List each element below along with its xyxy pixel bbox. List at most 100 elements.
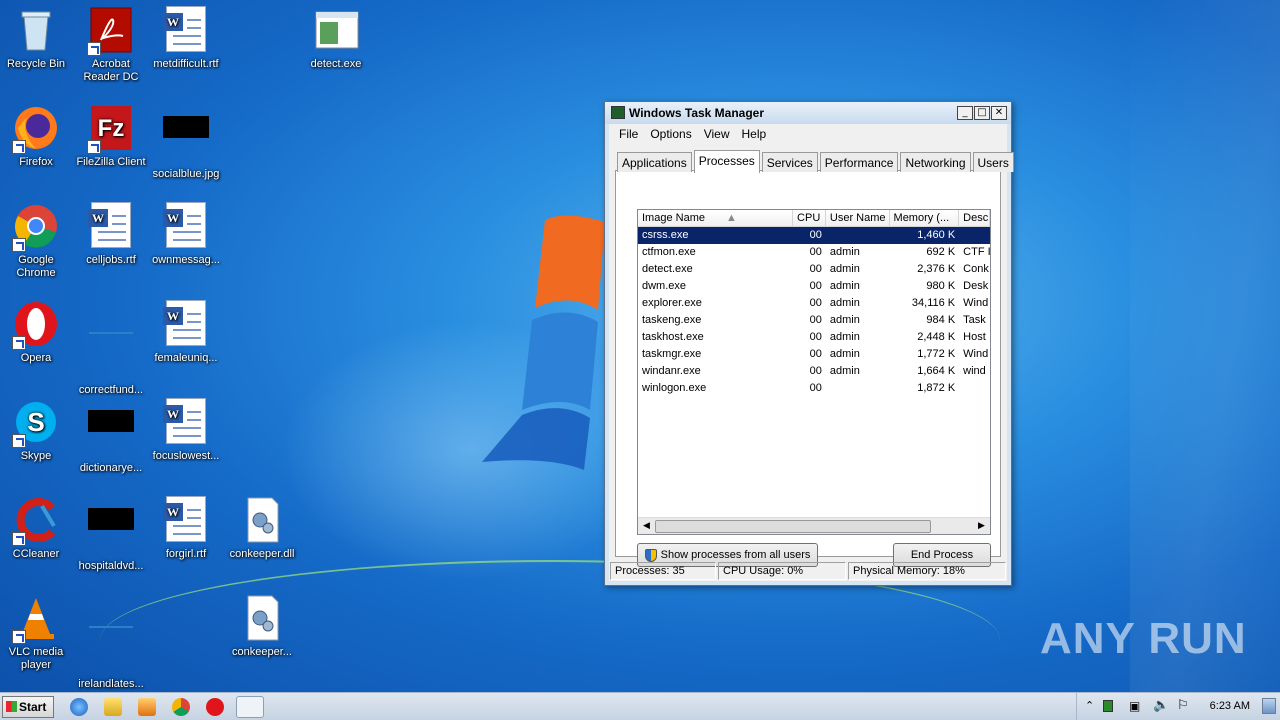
desktop-icon-chrome[interactable]: Google Chrome xyxy=(0,202,74,280)
desktop-icon-focuslowest[interactable]: W focuslowest... xyxy=(148,398,224,463)
window-title: Windows Task Manager xyxy=(629,106,765,120)
desktop-icon-skype[interactable]: S Skype xyxy=(0,398,74,463)
desktop-icon-detect-exe[interactable]: detect.exe xyxy=(298,6,374,71)
process-list[interactable]: Image Name ▲ CPU User Name Memory (... D… xyxy=(637,209,991,535)
process-user: admin xyxy=(829,263,860,275)
word-document-icon: W xyxy=(88,202,131,248)
desktop-icon-forgirl[interactable]: W forgirl.rtf xyxy=(148,496,224,561)
menu-bar: File Options View Help xyxy=(609,124,1007,144)
shortcut-arrow-icon xyxy=(87,140,101,154)
desktop-icon-conkeeper-dll[interactable]: conkeeper.dll xyxy=(224,496,300,561)
process-row[interactable]: taskmgr.exe 00 admin 1,772 K Wind xyxy=(638,346,990,363)
column-user-name[interactable]: User Name xyxy=(826,210,890,226)
icon-label: Acrobat Reader DC xyxy=(83,58,139,83)
internet-explorer-icon[interactable] xyxy=(70,698,88,716)
clock[interactable]: 6:23 AM xyxy=(1210,700,1250,712)
image-thumbnail xyxy=(88,508,134,530)
desktop-icon-filezilla[interactable]: Fz FileZilla Client xyxy=(73,104,149,169)
process-memory: 1,772 K xyxy=(917,348,956,360)
process-row[interactable]: taskeng.exe 00 admin 984 K Task xyxy=(638,312,990,329)
desktop-icon-conkeeper[interactable]: conkeeper... xyxy=(224,594,300,659)
menu-help[interactable]: Help xyxy=(736,124,773,144)
tab-users[interactable]: Users xyxy=(972,152,1014,172)
desktop-icon-ccleaner[interactable]: CCleaner xyxy=(0,496,74,561)
desktop-icon-femaleuniq[interactable]: W femaleuniq... xyxy=(148,300,224,365)
network-status-icon[interactable] xyxy=(1103,700,1113,712)
desktop-icon-dictionary[interactable]: dictionarye... xyxy=(73,398,149,475)
horizontal-scrollbar[interactable]: ◀ ▶ xyxy=(638,517,990,534)
desktop-icon-acrobat[interactable]: Acrobat Reader DC xyxy=(73,6,149,84)
tab-performance[interactable]: Performance xyxy=(819,152,899,172)
desktop-icon-metdifficult[interactable]: W metdifficult.rtf xyxy=(148,6,224,71)
shortcut-arrow-icon xyxy=(12,630,26,644)
tab-processes[interactable]: Processes xyxy=(693,150,760,173)
process-row[interactable]: ctfmon.exe 00 admin 692 K CTF I xyxy=(638,244,990,261)
maximize-button[interactable]: □ xyxy=(974,106,990,120)
icon-label: conkeeper.dll xyxy=(229,548,295,560)
process-name: windanr.exe xyxy=(642,365,701,377)
tab-services[interactable]: Services xyxy=(761,152,818,172)
word-document-icon: W xyxy=(163,496,206,542)
process-memory: 692 K xyxy=(926,246,956,258)
menu-view[interactable]: View xyxy=(698,124,736,144)
process-row[interactable]: explorer.exe 00 admin 34,116 K Wind xyxy=(638,295,990,312)
shortcut-arrow-icon xyxy=(87,42,101,56)
process-cpu: 00 xyxy=(809,382,822,394)
tab-networking[interactable]: Networking xyxy=(900,152,971,172)
file-thumbnail xyxy=(89,332,133,334)
desktop-icon-celljobs[interactable]: W celljobs.rtf xyxy=(73,202,149,267)
desktop-icon-vlc[interactable]: VLC media player xyxy=(0,594,74,672)
process-row[interactable]: detect.exe 00 admin 2,376 K Conk xyxy=(638,261,990,278)
desktop-icon-irelandlates[interactable]: irelandlates... xyxy=(73,594,149,691)
close-button[interactable]: ✕ xyxy=(991,106,1007,120)
column-label: Image Name xyxy=(642,212,705,224)
desktop-icon-ownmessage[interactable]: W ownmessag... xyxy=(148,202,224,267)
process-row[interactable]: winlogon.exe 00 1,872 K xyxy=(638,380,990,397)
process-row[interactable]: dwm.exe 00 admin 980 K Desk xyxy=(638,278,990,295)
scroll-thumb[interactable] xyxy=(655,520,931,533)
show-desktop-button[interactable] xyxy=(1262,698,1276,714)
process-user: admin xyxy=(829,280,860,292)
process-memory: 34,116 K xyxy=(911,297,956,309)
desktop-icon-firefox[interactable]: Firefox xyxy=(0,104,74,169)
title-bar[interactable]: Windows Task Manager _ □ ✕ xyxy=(605,102,1011,124)
processes-panel: Image Name ▲ CPU User Name Memory (... D… xyxy=(615,170,1001,567)
action-center-flag-icon[interactable]: ⚐ xyxy=(1177,698,1189,713)
desktop-icon-recycle-bin[interactable]: Recycle Bin xyxy=(0,6,74,71)
start-button[interactable]: Start xyxy=(2,696,54,718)
minimize-button[interactable]: _ xyxy=(957,106,973,120)
desktop-icon-socialblue[interactable]: socialblue.jpg xyxy=(148,104,224,181)
process-row[interactable]: windanr.exe 00 admin 1,664 K wind xyxy=(638,363,990,380)
process-description: wind xyxy=(963,365,986,377)
scroll-right-icon[interactable]: ▶ xyxy=(973,518,990,534)
column-description[interactable]: Desc xyxy=(959,210,990,226)
process-memory: 1,872 K xyxy=(917,382,956,394)
process-cpu: 00 xyxy=(809,297,822,309)
file-explorer-icon[interactable] xyxy=(104,698,122,716)
menu-options[interactable]: Options xyxy=(644,124,697,144)
opera-taskbar-icon[interactable] xyxy=(206,698,224,716)
volume-icon[interactable]: 🔈 xyxy=(1153,698,1169,713)
scroll-left-icon[interactable]: ◀ xyxy=(638,518,655,534)
process-user: admin xyxy=(829,314,860,326)
svg-text:Fz: Fz xyxy=(98,115,125,142)
tab-applications[interactable]: Applications xyxy=(617,152,692,172)
task-manager-taskbar-button[interactable] xyxy=(236,696,264,718)
show-hidden-icons-icon[interactable]: ⌃ xyxy=(1085,699,1094,712)
icon-label: CCleaner xyxy=(12,548,60,560)
desktop-icon-opera[interactable]: Opera xyxy=(0,300,74,365)
desktop-icon-correctfund[interactable]: correctfund... xyxy=(73,300,149,397)
desktop-icon-hospitaldvd[interactable]: hospitaldvd... xyxy=(73,496,149,573)
menu-file[interactable]: File xyxy=(613,124,644,144)
column-cpu[interactable]: CPU xyxy=(793,210,826,226)
process-row[interactable]: csrss.exe 00 1,460 K xyxy=(638,227,990,244)
task-manager-window[interactable]: Windows Task Manager _ □ ✕ File Options … xyxy=(604,101,1014,586)
column-image-name[interactable]: Image Name ▲ xyxy=(638,210,794,226)
media-player-icon[interactable] xyxy=(138,698,156,716)
chrome-taskbar-icon[interactable] xyxy=(172,698,190,716)
column-memory[interactable]: Memory (... xyxy=(890,210,960,226)
network-icon[interactable]: ▣ xyxy=(1129,699,1140,713)
process-row[interactable]: taskhost.exe 00 admin 2,448 K Host xyxy=(638,329,990,346)
process-name: taskhost.exe xyxy=(642,331,704,343)
icon-label: Opera xyxy=(20,352,52,364)
